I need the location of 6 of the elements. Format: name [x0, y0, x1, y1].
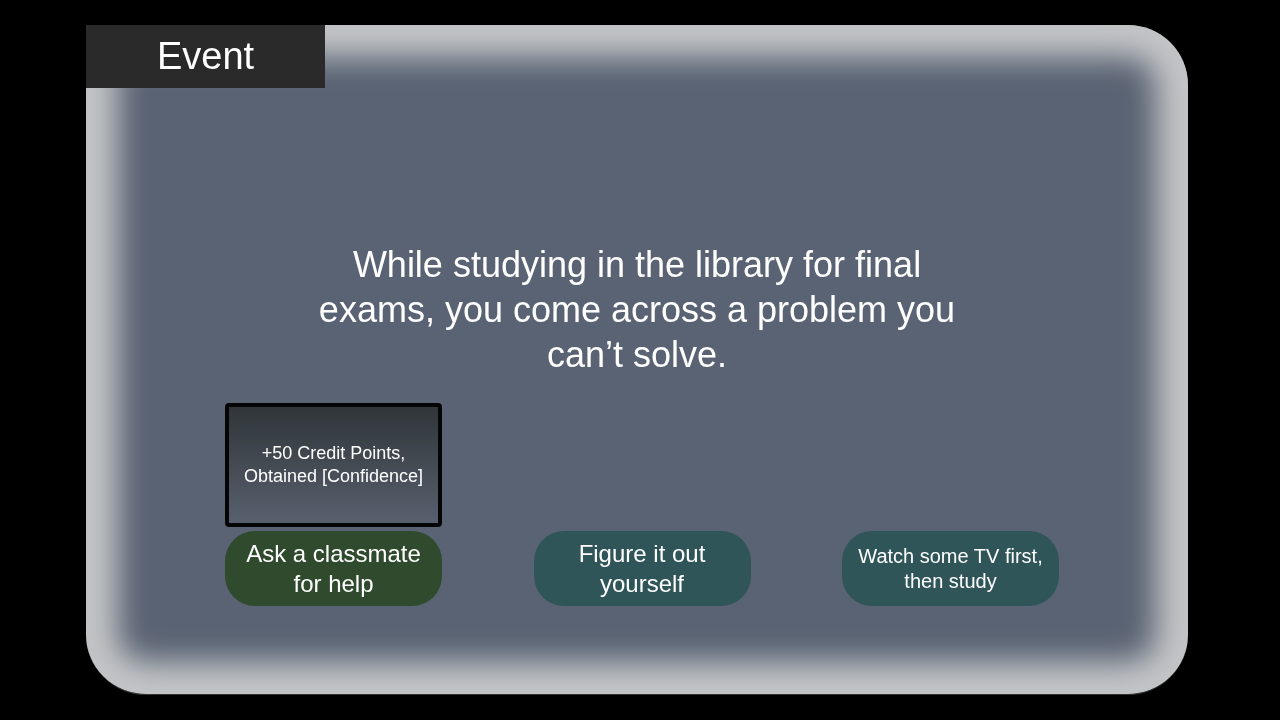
result-tooltip: +50 Credit Points, Obtained [Confidence] [225, 403, 442, 527]
choice-button[interactable]: Watch some TV first, then study [842, 531, 1059, 606]
choice-button[interactable]: Ask a classmate for help [225, 531, 442, 606]
choice-button[interactable]: Figure it out yourself [533, 531, 751, 606]
event-title: Event [86, 25, 325, 88]
event-description: While studying in the library for final exams, you come across a problem you can’t solve. [317, 243, 957, 377]
